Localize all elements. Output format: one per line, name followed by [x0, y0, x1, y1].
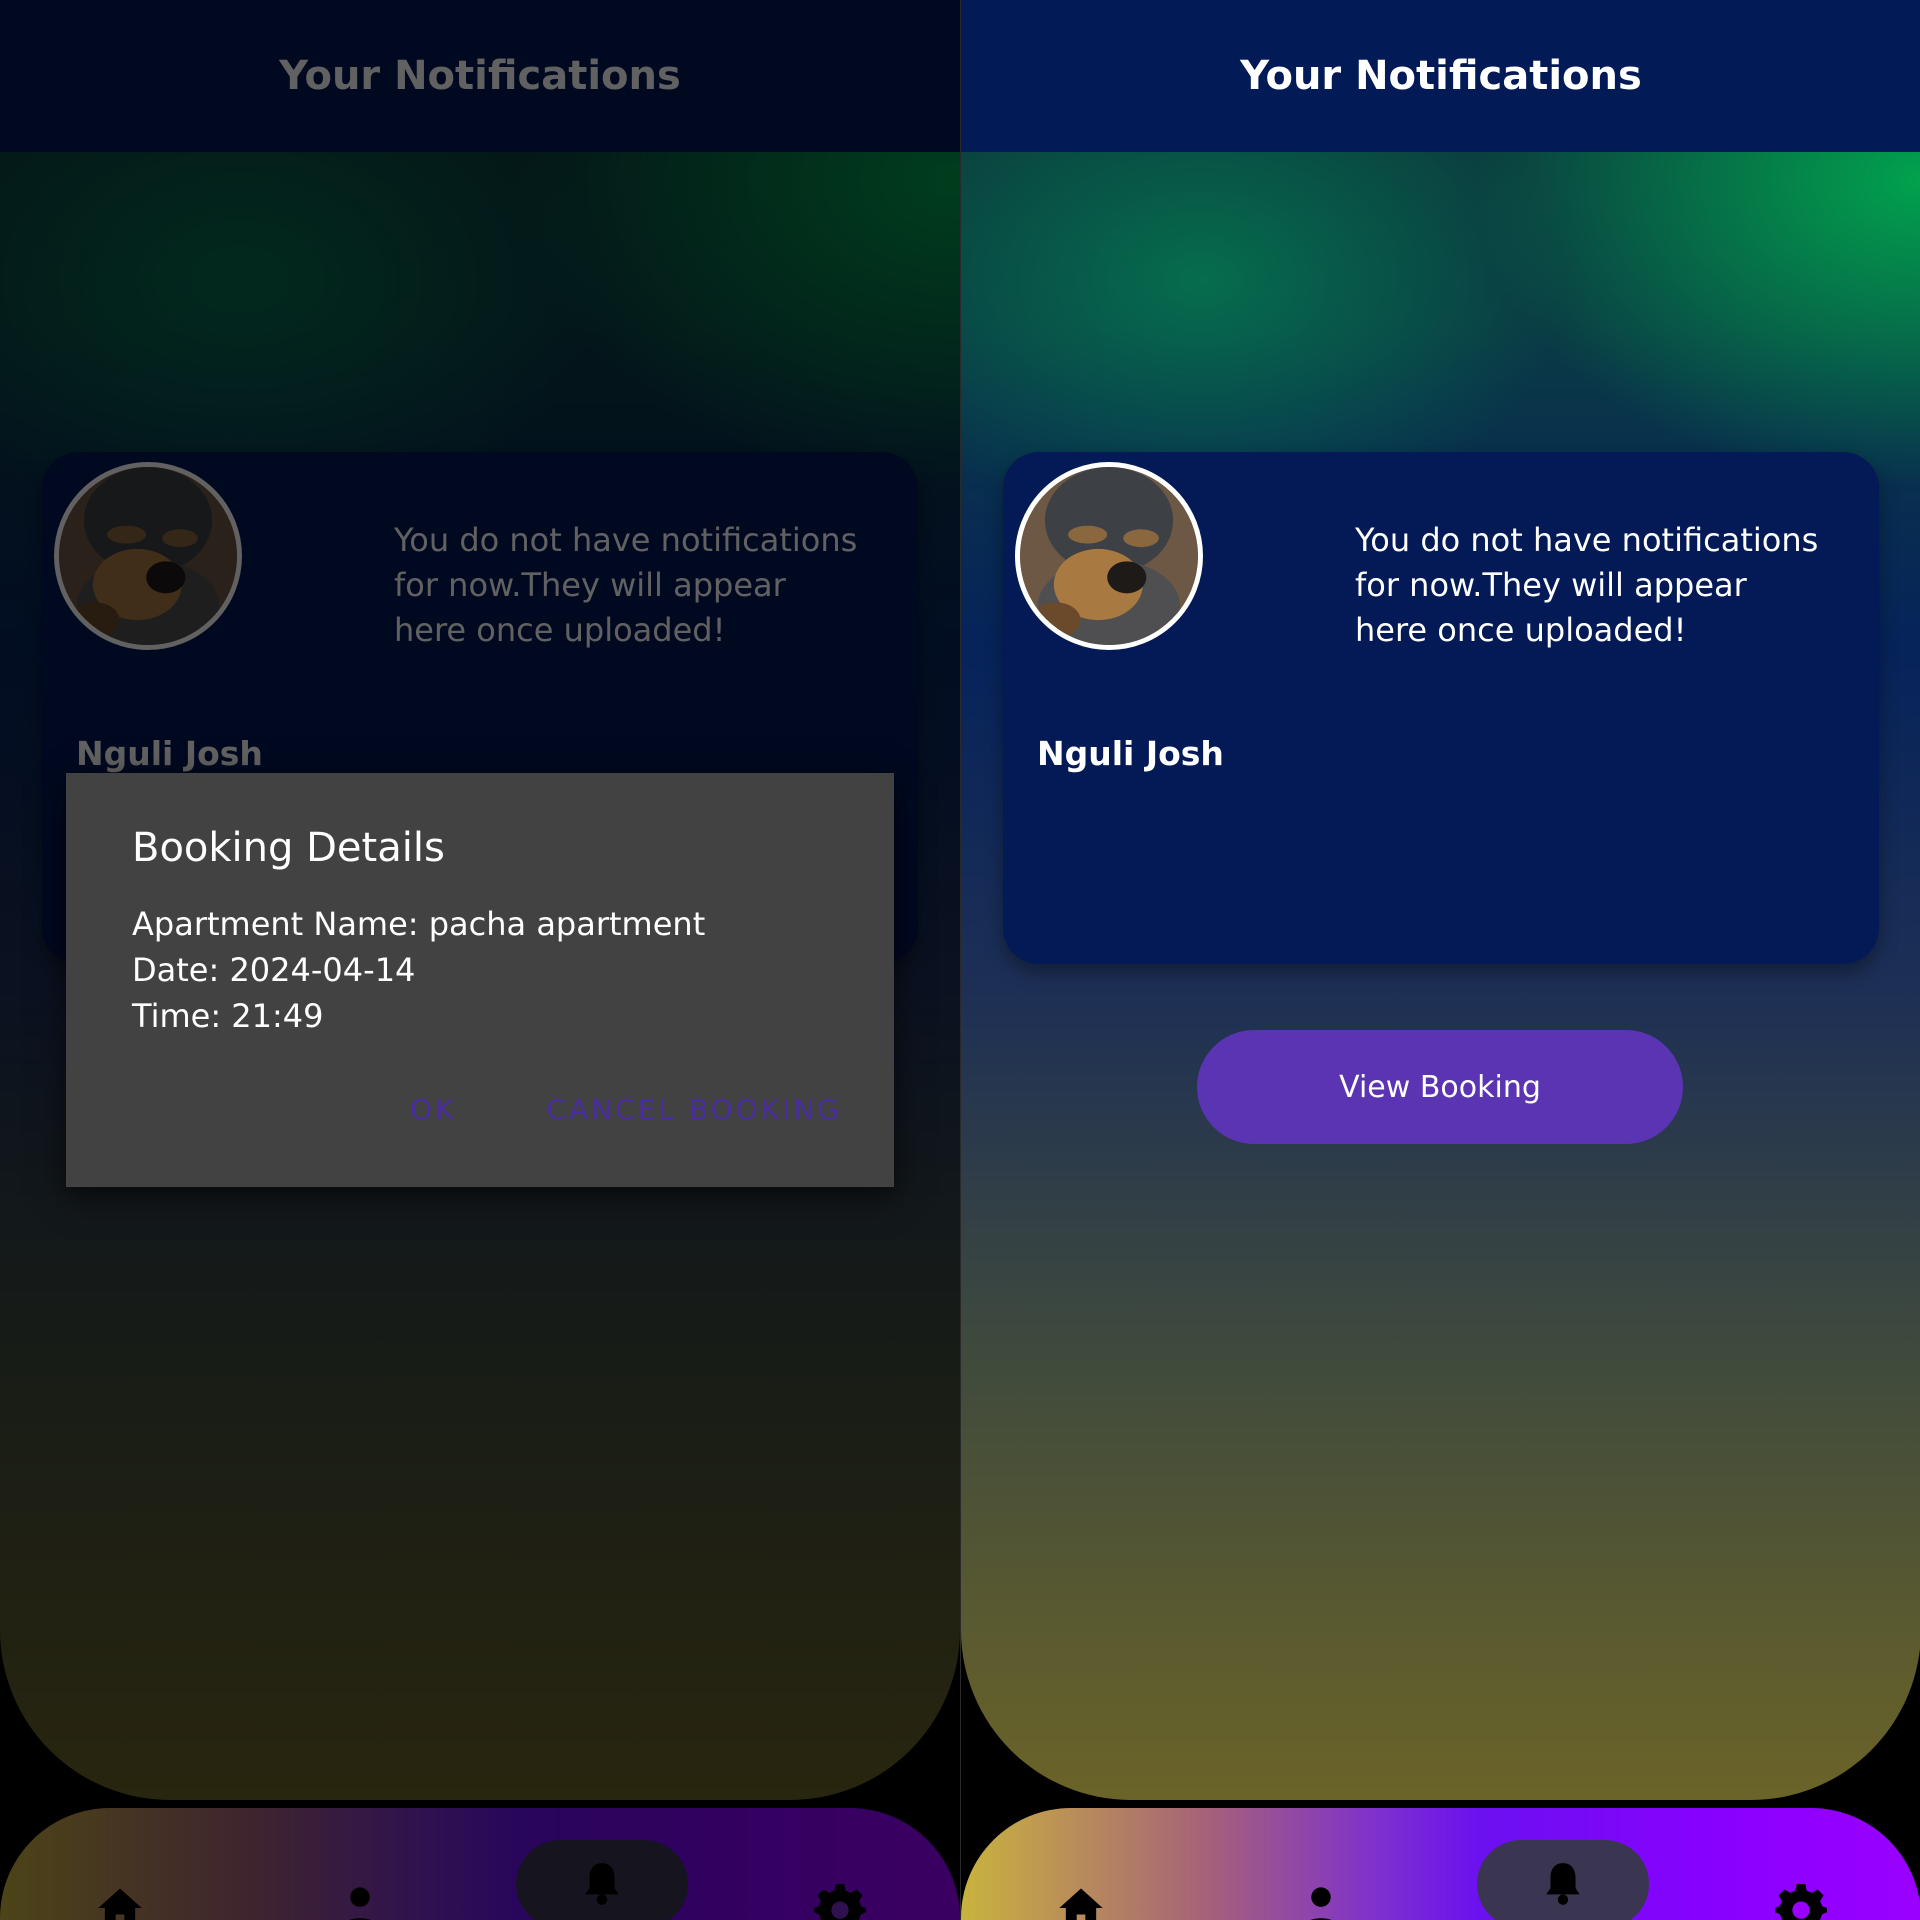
dialog-actions: OK CANCEL BOOKING	[410, 1093, 842, 1126]
left-screen: Your Notifications You do not have notif…	[0, 0, 960, 1920]
dialog-title: Booking Details	[132, 825, 445, 871]
time-line: Time: 21:49	[132, 997, 324, 1035]
booking-details-dialog: Booking Details Apartment Name: pacha ap…	[66, 773, 894, 1187]
ok-button[interactable]: OK	[410, 1093, 456, 1126]
settings-icon[interactable]	[1771, 1878, 1831, 1920]
nav-item-notifications[interactable]	[1477, 1840, 1649, 1920]
bell-icon	[1546, 1863, 1580, 1905]
avatar	[1015, 462, 1203, 650]
apartment-name-line: Apartment Name: pacha apartment	[132, 905, 706, 943]
view-booking-button[interactable]: View Booking	[1197, 1030, 1683, 1144]
profile-icon[interactable]	[1291, 1878, 1351, 1920]
user-name: Nguli Josh	[1037, 734, 1224, 773]
app-header: Your Notifications	[961, 0, 1920, 152]
home-icon[interactable]	[1051, 1878, 1111, 1920]
dialog-body: Apartment Name: pacha apartment Date: 20…	[132, 901, 705, 1039]
notification-card: You do not have notifications for now.Th…	[1003, 452, 1879, 964]
right-screen: Your Notifications You do not have notif…	[961, 0, 1920, 1920]
cancel-booking-button[interactable]: CANCEL BOOKING	[547, 1093, 842, 1126]
date-line: Date: 2024-04-14	[132, 951, 416, 989]
page-title: Your Notifications	[1240, 53, 1642, 99]
bottom-nav	[961, 1808, 1920, 1920]
notification-message: You do not have notifications for now.Th…	[1355, 521, 1819, 649]
